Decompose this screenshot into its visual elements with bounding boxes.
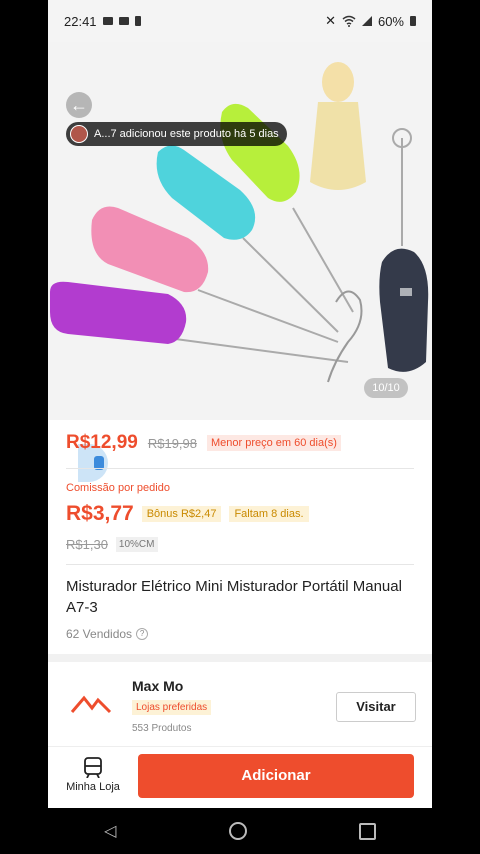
current-price: R$12,99 xyxy=(66,432,138,453)
store-name[interactable]: Max Mo xyxy=(132,678,183,694)
battery-small-icon xyxy=(134,16,141,26)
remaining-days-tag: Faltam 8 dias. xyxy=(229,506,309,522)
add-button[interactable]: Adicionar xyxy=(138,754,414,798)
store-product-count: 553 Produtos xyxy=(132,723,192,734)
price-row: R$12,99 R$19,98 Menor preço em 60 dia(s) xyxy=(66,432,341,454)
product-photo xyxy=(50,62,429,383)
old-commission: R$1,30 xyxy=(66,537,108,552)
divider xyxy=(66,564,414,565)
commission-percent: 10%CM xyxy=(115,537,158,552)
nav-back-icon[interactable]: ◁ xyxy=(104,821,116,841)
recent-activity-toast: A...7 adicionou este produto há 5 dias xyxy=(66,122,287,146)
lowest-price-badge: Menor preço em 60 dia(s) xyxy=(207,435,341,451)
battery-icon xyxy=(410,16,416,26)
divider xyxy=(66,468,414,469)
my-shop-label: Minha Loja xyxy=(66,781,120,793)
avatar xyxy=(70,125,88,143)
nav-home-icon[interactable] xyxy=(228,822,247,840)
status-bar: 22:41 ✕ 60% xyxy=(48,0,432,42)
store-logo xyxy=(70,695,112,714)
help-icon[interactable]: ? xyxy=(136,628,149,640)
original-price: R$19,98 xyxy=(147,435,197,451)
video-icon xyxy=(102,17,113,25)
commission-value: R$3,77 xyxy=(66,502,134,525)
image-counter: 10/10 xyxy=(364,378,408,398)
battery-percent: 60% xyxy=(377,13,404,29)
app-screen: 22:41 ✕ 60% ← A...7 adicionou este produ… xyxy=(48,0,432,854)
android-nav-bar: ◁ xyxy=(48,808,432,854)
my-shop-button[interactable]: Minha Loja xyxy=(62,756,124,793)
old-commission-row: R$1,30 10%CM xyxy=(66,537,158,552)
divider xyxy=(48,746,432,747)
sold-text: 62 Vendidos xyxy=(66,627,133,641)
status-time: 22:41 xyxy=(64,13,97,29)
perfume-bottle xyxy=(310,62,366,190)
video-icon xyxy=(118,17,129,25)
product-image[interactable]: ← A...7 adicionou este produto há 5 dias… xyxy=(48,42,432,420)
mixer-dark xyxy=(379,128,429,372)
nav-recents-icon[interactable] xyxy=(358,822,376,840)
toast-text: A...7 adicionou este produto há 5 dias xyxy=(94,128,279,140)
commission-label: Comissão por pedido xyxy=(66,482,170,494)
signal-icon xyxy=(361,16,372,26)
preferred-store-badge: Lojas preferidas xyxy=(132,700,212,715)
back-button[interactable]: ← xyxy=(66,92,92,118)
shop-icon xyxy=(84,757,102,779)
commission-row: R$3,77 Bônus R$2,47 Faltam 8 dias. xyxy=(66,502,309,526)
section-separator xyxy=(48,654,432,662)
mute-icon: ✕ xyxy=(325,13,336,28)
bonus-tag: Bônus R$2,47 xyxy=(141,506,222,522)
wifi-icon xyxy=(342,15,356,27)
sold-count: 62 Vendidos ? xyxy=(66,627,149,641)
mixer-purple xyxy=(50,281,349,363)
visit-store-button[interactable]: Visitar xyxy=(336,692,416,722)
product-title: Misturador Elétrico Mini Misturador Port… xyxy=(66,578,402,616)
